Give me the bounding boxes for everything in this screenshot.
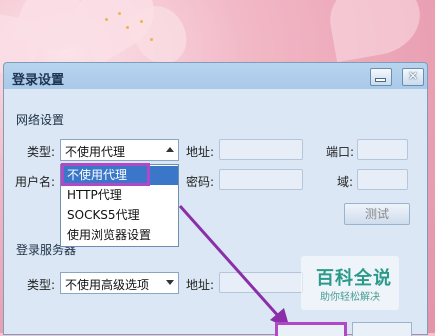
cancel-button[interactable] — [352, 322, 412, 336]
confirm-button-highlighted[interactable] — [275, 322, 347, 336]
arrow-line — [178, 205, 282, 319]
annotation-arrow — [178, 205, 290, 329]
